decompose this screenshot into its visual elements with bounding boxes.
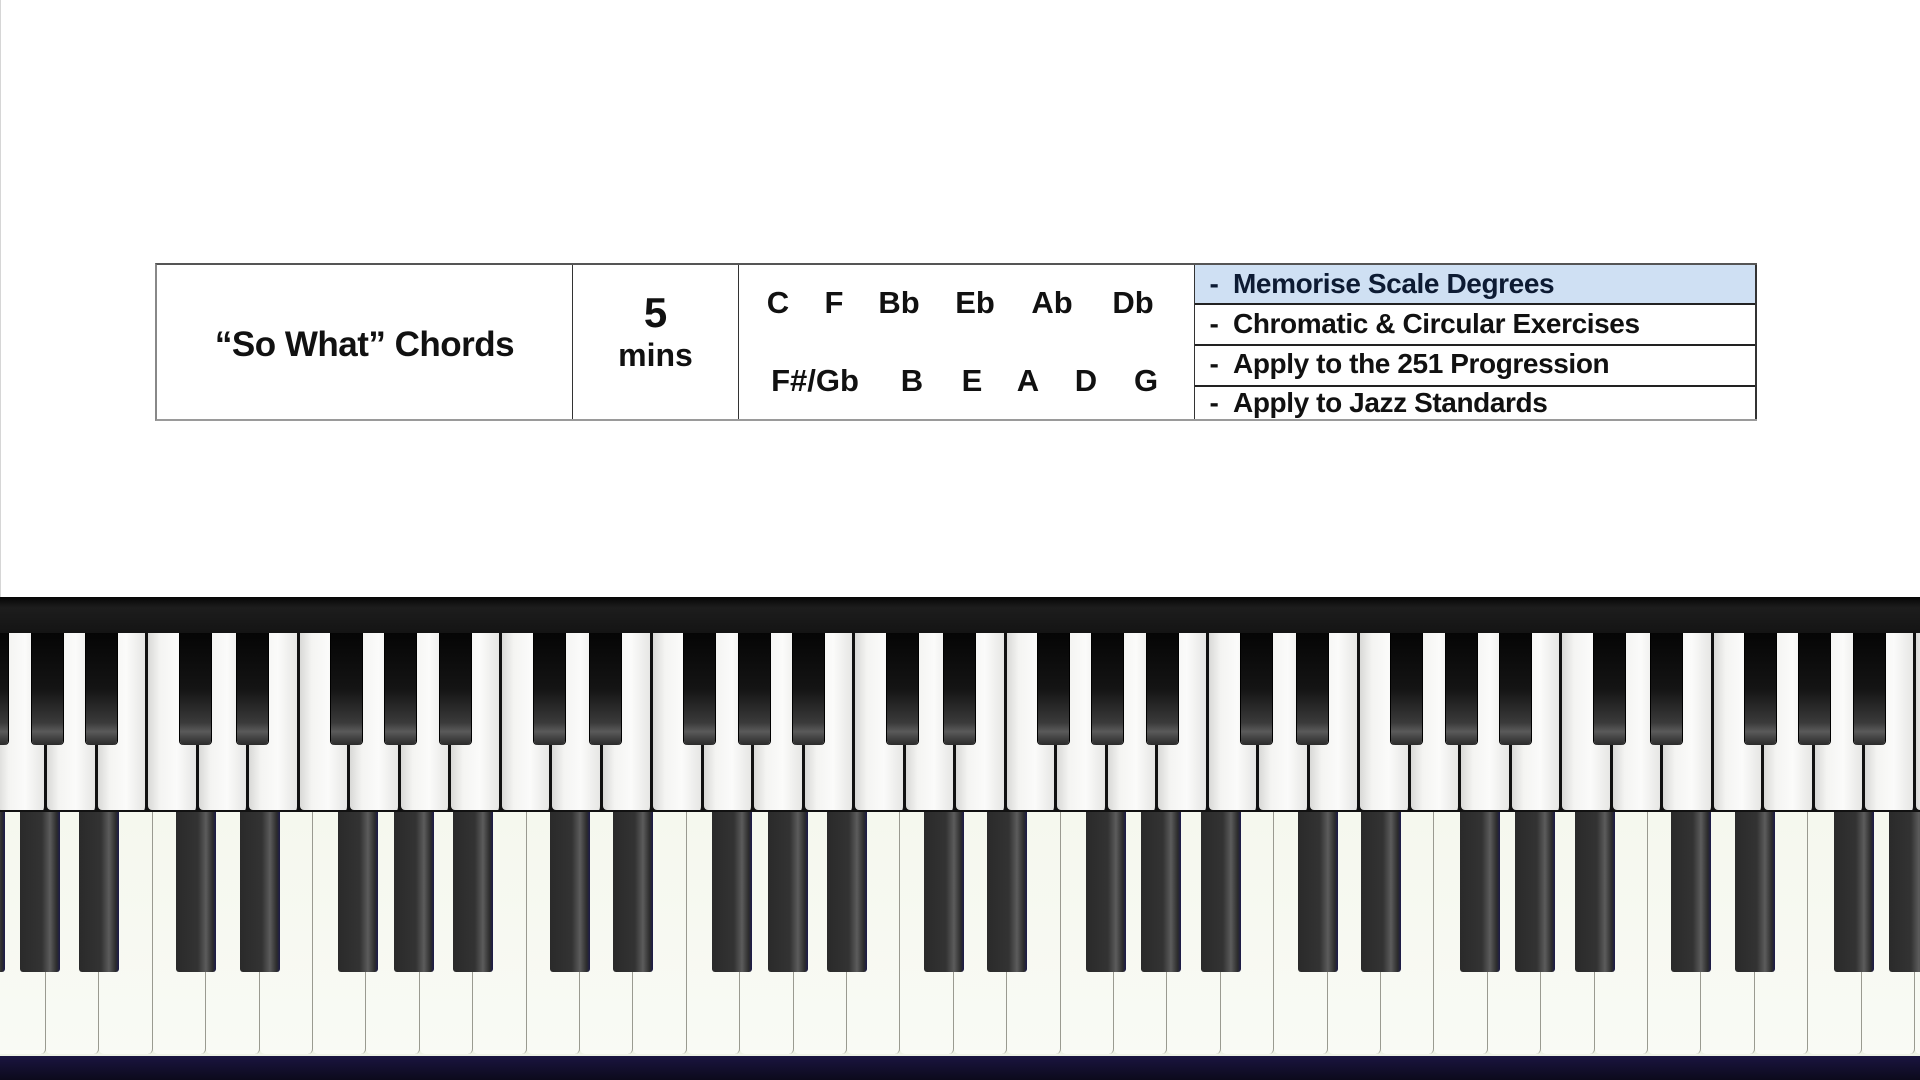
black-key[interactable] [176, 812, 217, 972]
black-key[interactable] [590, 633, 621, 745]
key-label: B [900, 363, 924, 398]
task-item-251[interactable]: - Apply to the 251 Progression [1195, 345, 1755, 383]
key-label: F#/Gb [771, 363, 859, 398]
key-label: Bb [878, 285, 920, 320]
black-key[interactable] [1799, 633, 1830, 745]
black-key[interactable] [1445, 633, 1477, 745]
black-key[interactable] [236, 633, 268, 745]
black-key[interactable] [767, 812, 808, 972]
black-key[interactable] [1853, 633, 1885, 745]
black-key[interactable] [1146, 633, 1178, 745]
black-key[interactable] [1515, 812, 1556, 972]
lesson-title: “So What” Chords [214, 325, 515, 364]
task-dash: - [1209, 268, 1219, 299]
key-label: Ab [1031, 285, 1073, 320]
task-item-memorise[interactable]: - Memorise Scale Degrees [1195, 265, 1755, 303]
black-key[interactable] [1574, 812, 1615, 972]
black-key[interactable] [330, 633, 362, 745]
black-key[interactable] [338, 812, 379, 972]
black-key[interactable] [1594, 633, 1625, 745]
black-key[interactable] [738, 633, 770, 745]
task-label: Chromatic & Circular Exercises [1233, 308, 1640, 339]
black-key[interactable] [180, 633, 211, 745]
page-edge [0, 0, 1, 597]
black-key[interactable] [453, 812, 494, 972]
keyboard-base [0, 1056, 1920, 1080]
black-key[interactable] [385, 633, 416, 745]
black-key[interactable] [1650, 633, 1682, 745]
black-key[interactable] [684, 633, 715, 745]
black-key[interactable] [550, 812, 590, 972]
black-key[interactable] [1500, 633, 1531, 745]
black-key[interactable] [793, 633, 824, 745]
black-key[interactable] [31, 633, 63, 745]
task-item-standards[interactable]: - Apply to Jazz Standards [1195, 385, 1755, 421]
black-key[interactable] [1744, 633, 1776, 745]
black-key[interactable] [1141, 812, 1182, 972]
task-label: Memorise Scale Degrees [1233, 268, 1555, 299]
title-cell: “So What” Chords [157, 265, 573, 419]
black-key[interactable] [923, 812, 964, 972]
tasks-cell: - Memorise Scale Degrees - Chromatic & C… [1195, 265, 1757, 419]
black-key[interactable] [0, 633, 8, 745]
key-label: Db [1112, 285, 1154, 320]
task-dash: - [1209, 308, 1219, 339]
task-item-exercises[interactable]: - Chromatic & Circular Exercises [1195, 305, 1755, 343]
black-key[interactable] [987, 812, 1028, 972]
duration-cell: 5 mins [573, 265, 739, 419]
lower-keyboard [0, 812, 1920, 1056]
black-key[interactable] [1297, 633, 1328, 745]
lesson-table: “So What” Chords 5 mins C F Bb Eb Ab Db … [155, 263, 1757, 421]
key-label: G [1133, 363, 1159, 398]
upper-keyboard [0, 633, 1920, 812]
black-key[interactable] [1086, 812, 1126, 972]
duration-value: 5 [643, 289, 668, 336]
black-key[interactable] [943, 633, 975, 745]
black-key[interactable] [887, 633, 918, 745]
black-key[interactable] [20, 812, 60, 972]
black-key[interactable] [393, 812, 434, 972]
black-key[interactable] [1833, 812, 1874, 972]
keys-cell: C F Bb Eb Ab Db F#/Gb B E A D G [739, 265, 1195, 419]
key-label: A [1016, 363, 1040, 398]
black-key[interactable] [1297, 812, 1338, 972]
key-label: F [824, 285, 844, 320]
black-key[interactable] [533, 633, 565, 745]
black-key[interactable] [86, 633, 117, 745]
task-label: Apply to the 251 Progression [1233, 348, 1610, 379]
black-key[interactable] [79, 812, 120, 972]
white-key[interactable] [1915, 633, 1920, 810]
key-label: D [1074, 363, 1098, 398]
black-key[interactable] [827, 812, 867, 972]
black-key[interactable] [1734, 812, 1775, 972]
black-key[interactable] [1240, 633, 1272, 745]
black-key[interactable] [1391, 633, 1422, 745]
key-label: C [766, 285, 790, 320]
black-key[interactable] [1889, 812, 1920, 972]
keyboard-top-bar [0, 597, 1920, 633]
task-dash: - [1209, 387, 1219, 418]
black-key[interactable] [712, 812, 753, 972]
black-key[interactable] [1671, 812, 1712, 972]
black-key[interactable] [613, 812, 654, 972]
black-key[interactable] [1092, 633, 1123, 745]
task-dash: - [1209, 348, 1219, 379]
key-label: E [961, 363, 983, 398]
black-key[interactable] [1459, 812, 1500, 972]
black-key[interactable] [0, 812, 5, 972]
black-key[interactable] [1200, 812, 1241, 972]
black-key[interactable] [439, 633, 471, 745]
duration-unit: mins [618, 337, 693, 373]
key-label: Eb [955, 285, 995, 320]
task-label: Apply to Jazz Standards [1233, 387, 1548, 418]
black-key[interactable] [1037, 633, 1069, 745]
black-key[interactable] [239, 812, 280, 972]
black-key[interactable] [1361, 812, 1401, 972]
